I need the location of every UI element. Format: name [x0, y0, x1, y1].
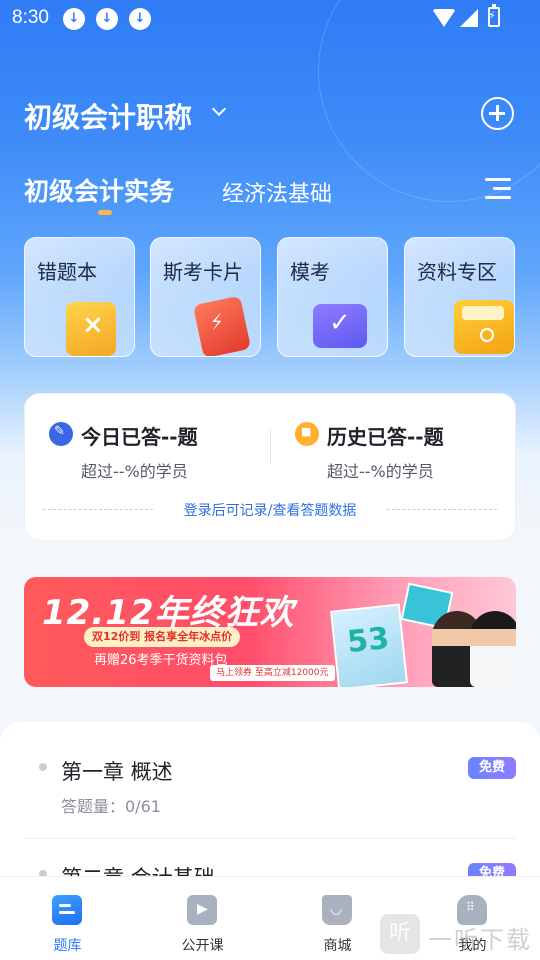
tool-card-flash-cards[interactable]: 斯考卡片: [150, 237, 261, 357]
status-time: 8:30: [12, 7, 49, 28]
battery-charging-icon: [488, 4, 500, 27]
tool-card-mock-exam[interactable]: 模考: [277, 237, 388, 357]
today-percentile: 超过--%的学员: [81, 462, 188, 481]
nav-label: 题库: [53, 938, 82, 954]
shopping-bag-icon: [322, 895, 352, 925]
pencil-icon: [49, 422, 73, 446]
history-percentile: 超过--%的学员: [327, 462, 434, 481]
teacher-photo: [470, 611, 516, 687]
tool-card-label: 斯考卡片: [163, 260, 243, 284]
exam-selector[interactable]: 初级会计职称: [24, 96, 192, 136]
banner-subtitle: 再赠26考季干货资料包: [94, 653, 228, 668]
nav-item-question-bank[interactable]: 题库: [0, 877, 135, 960]
chapter-answer-count: 答题量：0/61: [61, 797, 161, 816]
login-hint-link[interactable]: 登录后可记录/查看答题数据: [25, 500, 515, 520]
today-answered-title: 今日已答--题: [81, 425, 198, 449]
download-icon: ↓: [96, 8, 118, 30]
tool-card-wrong-book[interactable]: 错题本: [24, 237, 135, 357]
folder-icon: [454, 300, 514, 354]
tool-card-materials[interactable]: 资料专区: [404, 237, 515, 357]
chapter-title[interactable]: 第一章 概述: [61, 756, 173, 786]
status-bar: 8:30 ↓ ↓ ↓: [0, 0, 540, 38]
plus-circle-icon[interactable]: [481, 97, 514, 130]
tool-card-label: 资料专区: [417, 260, 497, 284]
promo-banner[interactable]: 12.12年终狂欢 双12价到 报名享全年冰点价 再赠26考季干货资料包 马上领…: [24, 577, 516, 687]
nav-label: 公开课: [181, 938, 224, 954]
tab-subject-economic-law[interactable]: 经济法基础: [222, 176, 332, 208]
answer-stats-panel[interactable]: 今日已答--题 超过--%的学员 历史已答--题 超过--%的学员 登录后可记录…: [24, 393, 516, 541]
wifi-icon: [432, 9, 456, 27]
menu-icon[interactable]: [485, 178, 511, 200]
divider: [270, 430, 271, 464]
dashed-divider: [387, 509, 497, 510]
banner-badge: 双12价到 报名享全年冰点价: [84, 627, 241, 647]
cellular-signal-icon: [460, 9, 478, 27]
free-badge: 免费: [468, 757, 516, 779]
watermark: 听 一听下载: [380, 912, 540, 960]
flash-card-icon: [192, 295, 252, 356]
calendar-icon: [295, 422, 319, 446]
book-image: [330, 603, 408, 687]
bullet-dot: [39, 763, 47, 771]
watermark-text: 一听下载: [428, 926, 532, 954]
tab-subject-accounting-practice[interactable]: 初级会计实务: [24, 172, 174, 208]
video-play-icon: [187, 895, 217, 925]
divider: [24, 838, 516, 839]
tab-active-indicator: [98, 210, 112, 215]
mock-exam-icon: [313, 304, 367, 348]
question-bank-icon: [52, 895, 82, 925]
nav-item-open-class[interactable]: 公开课: [135, 877, 270, 960]
history-answered-title: 历史已答--题: [327, 425, 444, 449]
tool-card-label: 错题本: [37, 260, 97, 284]
download-icon: ↓: [129, 8, 151, 30]
download-icon: ↓: [63, 8, 85, 30]
banner-coupon-button[interactable]: 马上领券 至高立减12000元: [210, 665, 335, 681]
tool-card-label: 模考: [290, 260, 330, 284]
wrong-book-icon: [66, 302, 116, 356]
watermark-logo: 听: [380, 914, 420, 954]
